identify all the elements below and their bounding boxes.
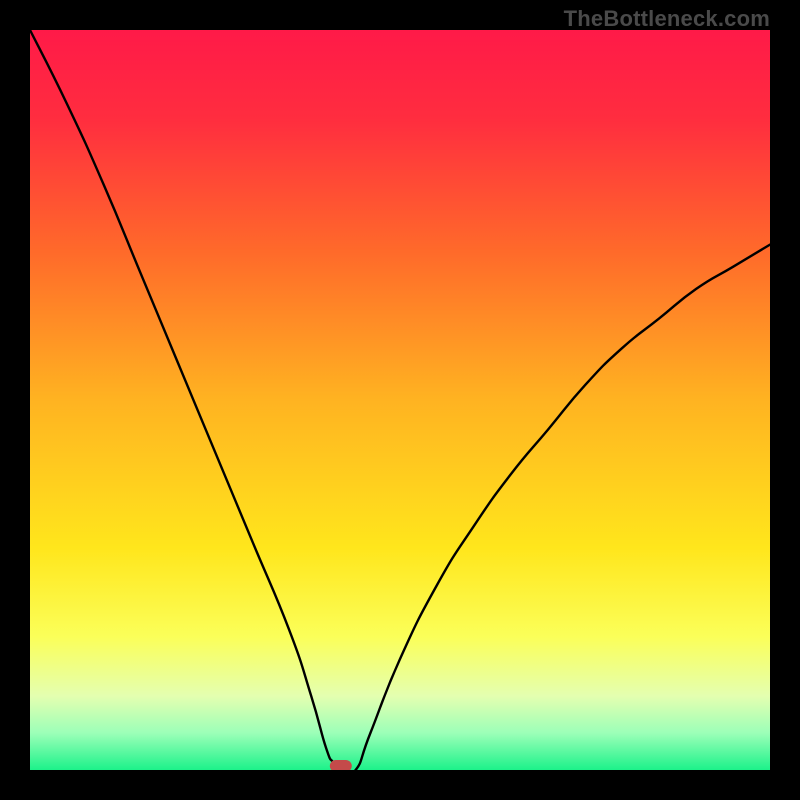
chart-svg	[30, 30, 770, 770]
chart-marker	[330, 760, 352, 770]
chart-frame: TheBottleneck.com	[0, 0, 800, 800]
watermark-text: TheBottleneck.com	[564, 6, 770, 32]
chart-plot-area	[30, 30, 770, 770]
marker-dot	[330, 760, 352, 770]
